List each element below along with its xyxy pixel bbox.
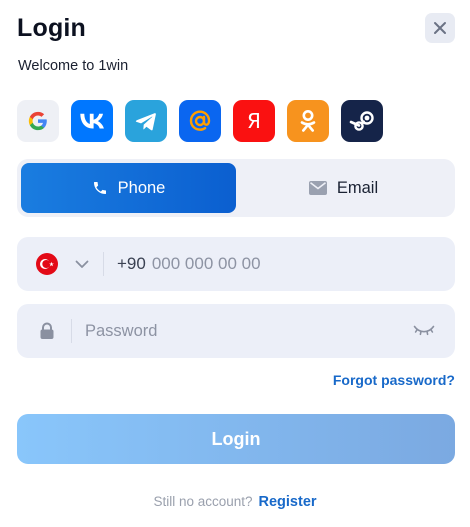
login-button[interactable]: Login: [17, 414, 455, 464]
register-link[interactable]: Register: [259, 494, 317, 510]
register-prompt: Still no account? Register: [0, 494, 470, 510]
at-sign-icon: [189, 110, 211, 131]
ok-login-button[interactable]: [287, 100, 329, 142]
phone-field: +90: [17, 237, 455, 291]
telegram-login-button[interactable]: [125, 100, 167, 142]
chevron-down-icon: [75, 260, 89, 268]
vk-login-button[interactable]: [71, 100, 113, 142]
no-account-text: Still no account?: [153, 494, 253, 509]
yandex-icon: Я: [247, 109, 261, 133]
vk-icon: [80, 113, 104, 129]
tab-email[interactable]: Email: [236, 163, 451, 213]
field-divider: [103, 252, 104, 276]
google-login-button[interactable]: [17, 100, 59, 142]
phone-icon: [93, 182, 106, 194]
page-title: Login: [17, 14, 87, 42]
password-input[interactable]: [85, 321, 385, 341]
lock-icon: [39, 322, 55, 340]
svg-text:Я: Я: [247, 109, 261, 133]
telegram-icon: [135, 113, 156, 131]
steam-login-button[interactable]: [341, 100, 383, 142]
tab-phone-label: Phone: [117, 178, 166, 197]
tab-email-label: Email: [336, 178, 379, 197]
phone-prefix: +90: [117, 254, 146, 273]
close-icon: [434, 22, 446, 34]
turkey-flag-icon: [36, 253, 58, 275]
envelope-icon: [308, 181, 327, 195]
password-field: [17, 304, 455, 358]
forgot-password-link[interactable]: Forgot password?: [333, 372, 455, 388]
social-login-row: Я: [17, 100, 383, 142]
phone-input[interactable]: [151, 254, 352, 274]
field-divider: [71, 319, 72, 343]
eye-closed-icon[interactable]: [413, 323, 435, 337]
welcome-text: Welcome to 1win: [18, 58, 129, 74]
tab-phone[interactable]: Phone: [21, 163, 236, 213]
country-selector[interactable]: [36, 253, 103, 275]
steam-icon: [349, 111, 374, 131]
ok-icon: [300, 110, 316, 132]
close-button[interactable]: [425, 13, 455, 43]
login-method-tabs: Phone Email: [17, 159, 455, 217]
google-icon: [28, 111, 47, 131]
mail-login-button[interactable]: [179, 100, 221, 142]
yandex-login-button[interactable]: Я: [233, 100, 275, 142]
